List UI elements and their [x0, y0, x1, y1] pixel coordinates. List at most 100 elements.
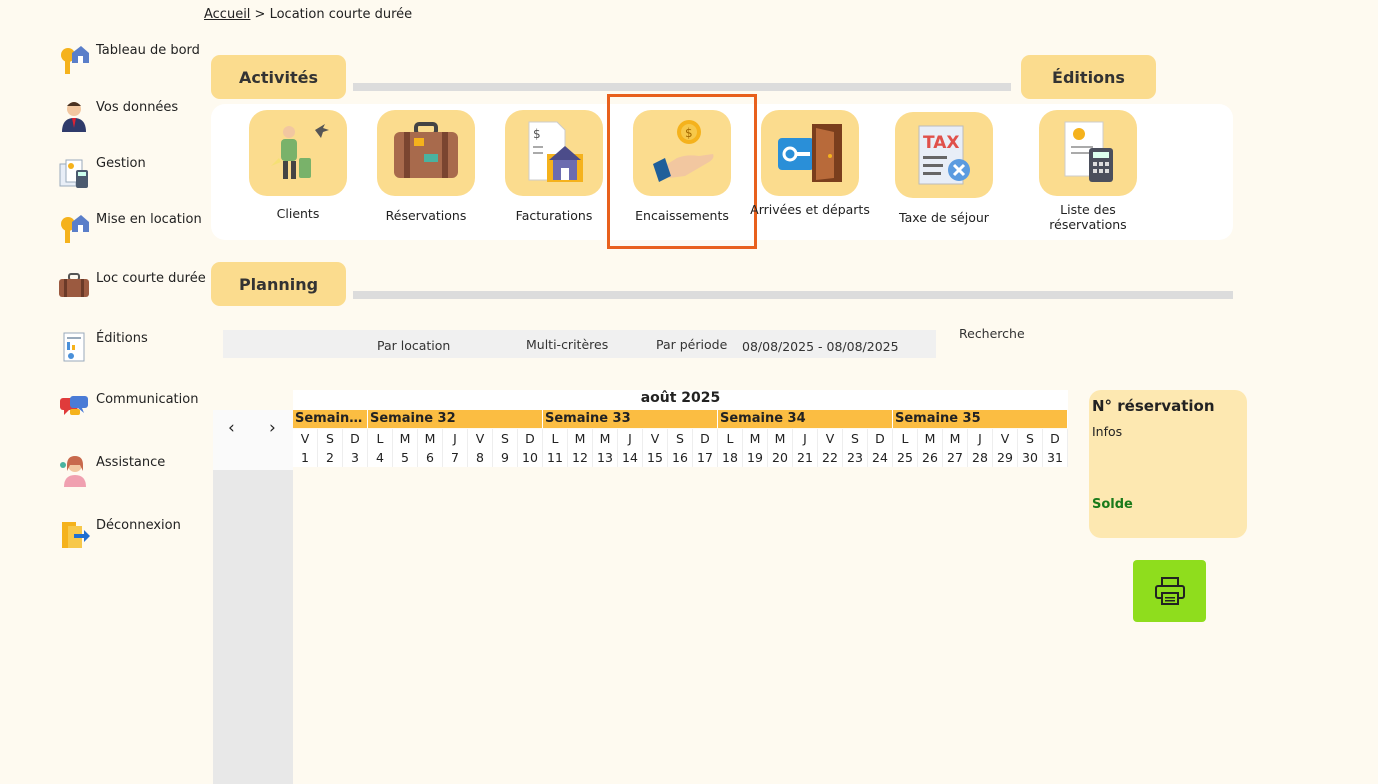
- tile-arrivees-departs[interactable]: Arrivées et départs: [750, 110, 870, 217]
- calendar-nav: ‹ ›: [213, 410, 293, 470]
- date-cell[interactable]: 27: [943, 448, 968, 467]
- weekday-cell: D: [518, 429, 543, 448]
- date-cell[interactable]: 3: [343, 448, 368, 467]
- weekday-cell: V: [643, 429, 668, 448]
- date-cell[interactable]: 9: [493, 448, 518, 467]
- date-cell[interactable]: 28: [968, 448, 993, 467]
- date-cell[interactable]: 14: [618, 448, 643, 467]
- date-cell[interactable]: 26: [918, 448, 943, 467]
- weekday-cell: D: [343, 429, 368, 448]
- tile-encaissements[interactable]: $ Encaissements: [622, 110, 742, 223]
- search-button[interactable]: Recherche: [959, 326, 1025, 341]
- weekday-cell: M: [568, 429, 593, 448]
- week-header: Semaine 35: [893, 410, 1068, 428]
- weekday-cell: V: [293, 429, 318, 448]
- sidebar-item-loc-courte-duree[interactable]: Loc courte durée: [58, 271, 208, 311]
- tile-label: Arrivées et départs: [750, 202, 870, 217]
- date-cell[interactable]: 13: [593, 448, 618, 467]
- date-cell[interactable]: 20: [768, 448, 793, 467]
- weekday-cell: V: [468, 429, 493, 448]
- tile-liste-reservations[interactable]: Liste des réservations: [1028, 110, 1148, 232]
- section-header-activites: Activités: [211, 55, 346, 99]
- date-cell[interactable]: 11: [543, 448, 568, 467]
- suitcase-icon: [394, 122, 458, 178]
- date-cell[interactable]: 25: [893, 448, 918, 467]
- weekday-cell: V: [818, 429, 843, 448]
- breadcrumb: Accueil > Location courte durée: [204, 7, 412, 22]
- date-cell[interactable]: 23: [843, 448, 868, 467]
- sidebar-item-vos-donnees[interactable]: Vos données: [58, 100, 208, 140]
- reservation-number-title: N° réservation: [1092, 397, 1215, 415]
- date-cell[interactable]: 1: [293, 448, 318, 467]
- next-month-button[interactable]: ›: [269, 418, 276, 438]
- print-button[interactable]: [1133, 560, 1206, 622]
- sidebar-item-label: Mise en location: [96, 212, 202, 227]
- date-cell[interactable]: 8: [468, 448, 493, 467]
- sidebar-item-label: Assistance: [96, 455, 166, 470]
- weekday-cell: L: [543, 429, 568, 448]
- section-header-editions: Éditions: [1021, 55, 1156, 99]
- section-divider: [353, 291, 1233, 299]
- sidebar-item-communication[interactable]: Communication: [58, 392, 208, 432]
- breadcrumb-home-link[interactable]: Accueil: [204, 7, 250, 22]
- sidebar-item-deconnexion[interactable]: Déconnexion: [58, 518, 208, 558]
- filter-par-periode[interactable]: Par période: [656, 337, 727, 352]
- tile-facturations[interactable]: $ Facturations: [494, 110, 614, 223]
- date-cell[interactable]: 21: [793, 448, 818, 467]
- weekday-cell: J: [968, 429, 993, 448]
- date-cell[interactable]: 5: [393, 448, 418, 467]
- breadcrumb-current: Location courte durée: [269, 7, 413, 22]
- sidebar-item-tableau-de-bord[interactable]: Tableau de bord: [58, 43, 208, 83]
- weekday-cell: M: [768, 429, 793, 448]
- week-header: Semaine 33: [543, 410, 718, 428]
- section-divider: [353, 83, 1011, 91]
- tile-icon-box: TAX: [895, 112, 993, 198]
- date-cell[interactable]: 29: [993, 448, 1018, 467]
- sidebar-item-label: Déconnexion: [96, 518, 181, 533]
- date-cell[interactable]: 16: [668, 448, 693, 467]
- date-cell[interactable]: 6: [418, 448, 443, 467]
- weekday-cell: D: [693, 429, 718, 448]
- filter-multi-criteres[interactable]: Multi-critères: [526, 337, 608, 352]
- tile-clients[interactable]: Clients: [238, 110, 358, 221]
- date-cell[interactable]: 24: [868, 448, 893, 467]
- printer-icon: [1154, 577, 1185, 605]
- suitcase-icon: [59, 273, 89, 297]
- date-cell[interactable]: 10: [518, 448, 543, 467]
- date-cell[interactable]: 30: [1018, 448, 1043, 467]
- tile-icon-box: $: [505, 110, 603, 196]
- date-cell[interactable]: 2: [318, 448, 343, 467]
- prev-month-button[interactable]: ‹: [228, 418, 235, 438]
- sidebar-item-assistance[interactable]: Assistance: [58, 455, 208, 495]
- sidebar-item-gestion[interactable]: Gestion: [58, 156, 208, 196]
- svg-text:TAX: TAX: [923, 133, 960, 153]
- date-cell[interactable]: 7: [443, 448, 468, 467]
- tile-label: Liste des réservations: [1049, 202, 1127, 232]
- tile-taxe-sejour[interactable]: TAX Taxe de séjour: [884, 112, 1004, 225]
- weekday-cell: V: [993, 429, 1018, 448]
- reservation-infos: Infos: [1092, 424, 1123, 439]
- tile-label: Facturations: [515, 208, 593, 223]
- tile-label: Encaissements: [635, 208, 729, 223]
- calendar-dates: 1 2 3 4 5 6 7 8 9 10 11 12 13 14 15 16 17 18 19 20 21 22 23 24 2…: [293, 448, 1068, 467]
- date-cell[interactable]: 12: [568, 448, 593, 467]
- date-cell[interactable]: 15: [643, 448, 668, 467]
- filter-par-location[interactable]: Par location: [377, 338, 450, 353]
- tax-document-icon: TAX: [918, 125, 970, 185]
- sidebar-item-mise-en-location[interactable]: Mise en location: [58, 212, 208, 252]
- tile-icon-box: [1039, 110, 1137, 196]
- date-cell[interactable]: 22: [818, 448, 843, 467]
- svg-text:$: $: [533, 127, 541, 141]
- period-range-input[interactable]: 08/08/2025 - 08/08/2025: [742, 339, 899, 354]
- date-cell[interactable]: 18: [718, 448, 743, 467]
- date-cell[interactable]: 4: [368, 448, 393, 467]
- tile-label: Taxe de séjour: [899, 210, 989, 225]
- date-cell[interactable]: 31: [1043, 448, 1068, 467]
- tile-reservations[interactable]: Réservations: [366, 110, 486, 223]
- calendar-month-title: août 2025: [293, 390, 1068, 410]
- weekday-cell: M: [743, 429, 768, 448]
- date-cell[interactable]: 17: [693, 448, 718, 467]
- chat-bubbles-icon: [60, 396, 88, 415]
- sidebar-item-editions[interactable]: Éditions: [58, 331, 208, 371]
- date-cell[interactable]: 19: [743, 448, 768, 467]
